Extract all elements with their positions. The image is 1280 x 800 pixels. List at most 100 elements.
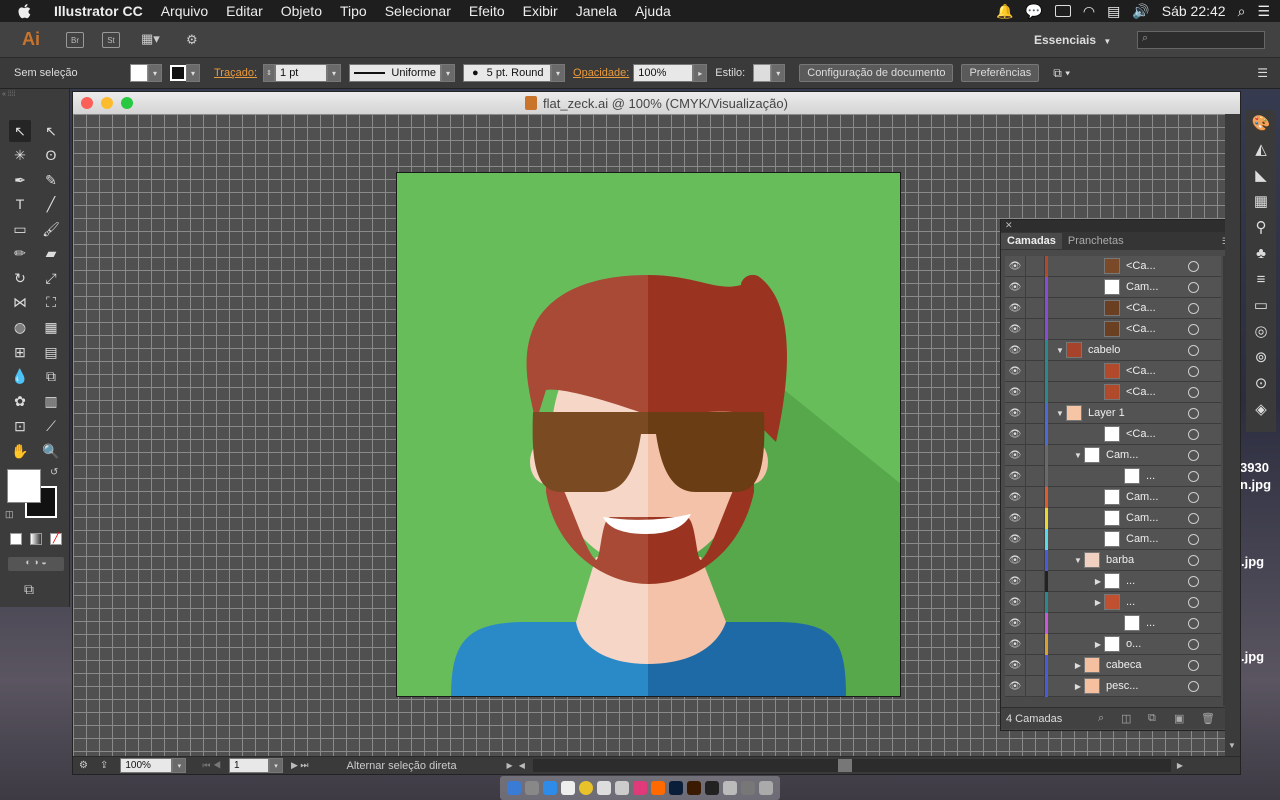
visibility-eye-icon[interactable]: 👁 [1005, 681, 1025, 692]
new-sublayer-icon[interactable]: ⧉ [1148, 712, 1156, 725]
layer-row[interactable]: 👁 ▶ o... [1005, 633, 1221, 655]
swatches-icon[interactable]: ▦ [1246, 188, 1276, 214]
visibility-eye-icon[interactable]: 👁 [1005, 261, 1025, 272]
menu-editar[interactable]: Editar [226, 3, 263, 19]
target-circle-icon[interactable] [1188, 281, 1199, 293]
layer-name[interactable]: <Ca... [1126, 302, 1188, 314]
expand-triangle-icon[interactable]: ▶ [1092, 598, 1104, 607]
target-circle-icon[interactable] [1188, 554, 1199, 566]
layer-row[interactable]: 👁... [1005, 465, 1221, 487]
visibility-eye-icon[interactable]: 👁 [1005, 282, 1025, 293]
column-graph-tool-icon[interactable]: ▥ [40, 390, 62, 412]
color-guide-icon[interactable]: ◭ [1246, 136, 1276, 162]
layer-name[interactable]: Cam... [1126, 512, 1188, 524]
expand-triangle-icon[interactable]: ▼ [1054, 409, 1066, 418]
lock-toggle[interactable] [1025, 256, 1045, 277]
lock-toggle[interactable] [1025, 402, 1045, 424]
transparency-icon[interactable]: ◎ [1246, 318, 1276, 344]
layer-row[interactable]: 👁 <Ca... [1005, 297, 1221, 319]
layer-name[interactable]: cabeca [1106, 659, 1188, 671]
lasso-tool-icon[interactable]: ʘ [40, 144, 62, 166]
target-circle-icon[interactable] [1188, 428, 1199, 440]
fill-swatch[interactable] [130, 64, 148, 82]
artboard-tool-icon[interactable]: ⊡ [9, 415, 31, 437]
lock-toggle[interactable] [1025, 444, 1045, 466]
fill-color-box[interactable] [7, 469, 41, 503]
finder-docs-icon[interactable] [597, 781, 611, 795]
lock-toggle[interactable] [1025, 654, 1045, 676]
notes-icon[interactable] [561, 781, 575, 795]
target-circle-icon[interactable] [1188, 365, 1199, 377]
spotlight-icon[interactable]: ⌕ [1238, 3, 1246, 20]
notification-center-icon[interactable]: ☰ [1257, 3, 1270, 20]
gpu-icon[interactable]: ⚙ [79, 760, 88, 771]
target-circle-icon[interactable] [1188, 302, 1199, 314]
zoom-tool-icon[interactable]: 🔍 [40, 440, 62, 462]
zoom-window-icon[interactable] [121, 97, 133, 109]
layer-row[interactable]: 👁 ▶ pesc... [1005, 675, 1221, 697]
zoom-dropdown[interactable]: ▾ [172, 758, 187, 773]
menu-selecionar[interactable]: Selecionar [385, 3, 451, 19]
lock-toggle[interactable] [1025, 318, 1045, 340]
stock-button[interactable]: St [102, 32, 120, 48]
layer-name[interactable]: barba [1106, 554, 1188, 566]
layer-row[interactable]: 👁 Cam... [1005, 486, 1221, 508]
style-dropdown[interactable]: ▾ [771, 64, 786, 82]
perspective-grid-tool-icon[interactable]: ▦ [40, 316, 62, 338]
tab-pranchetas[interactable]: Pranchetas [1062, 233, 1130, 249]
color-mode-icon[interactable] [10, 533, 22, 545]
target-circle-icon[interactable] [1188, 596, 1199, 608]
lock-toggle[interactable] [1025, 549, 1045, 571]
layer-row[interactable]: 👁 ▼ Cam... [1005, 444, 1221, 466]
artboard[interactable] [396, 172, 901, 697]
stroke-profile-select[interactable]: Uniforme [349, 64, 442, 82]
style-swatch[interactable] [753, 64, 772, 82]
menu-arquivo[interactable]: Arquivo [161, 3, 208, 19]
new-layer-icon[interactable]: ▣ [1174, 712, 1184, 725]
slice-tool-icon[interactable]: ⟋ [40, 415, 62, 437]
target-circle-icon[interactable] [1188, 449, 1199, 461]
terminal-icon[interactable] [705, 781, 719, 795]
safari-icon[interactable] [543, 781, 557, 795]
app-menu[interactable]: Illustrator CC [54, 3, 143, 19]
selection-tool-icon[interactable]: ↖ [9, 120, 31, 142]
visibility-eye-icon[interactable]: 👁 [1005, 450, 1025, 461]
hand-tool-icon[interactable]: ✋ [9, 440, 31, 462]
expand-triangle-icon[interactable]: ▶ [1072, 682, 1084, 691]
layer-name[interactable]: Layer 1 [1088, 407, 1188, 419]
scale-tool-icon[interactable]: ⤢ [40, 267, 62, 289]
free-transform-tool-icon[interactable]: ⛶ [40, 291, 62, 313]
expand-triangle-icon[interactable]: ▶ [1092, 577, 1104, 586]
opacity-dropdown[interactable]: ▸ [693, 64, 708, 82]
expand-triangle-icon[interactable]: ▶ [1092, 640, 1104, 649]
arrange-documents-icon[interactable]: ▦▾ [141, 31, 169, 49]
symbols-icon[interactable]: ♣ [1246, 240, 1276, 266]
layer-row[interactable]: 👁 <Ca... [1005, 381, 1221, 403]
none-mode-icon[interactable]: ╱ [50, 533, 62, 545]
rotate-tool-icon[interactable]: ↻ [9, 267, 31, 289]
target-circle-icon[interactable] [1188, 680, 1199, 692]
next-artboard-icon[interactable]: ▶ ⏭ [291, 760, 309, 771]
layer-row[interactable]: 👁 ▼ cabelo [1005, 339, 1221, 361]
downloads-icon[interactable] [741, 781, 755, 795]
zoom-field[interactable]: 100% [120, 758, 173, 773]
menu-ajuda[interactable]: Ajuda [635, 3, 671, 19]
launchpad-icon[interactable] [525, 781, 539, 795]
visibility-eye-icon[interactable]: 👁 [1005, 303, 1025, 314]
gpu-performance-icon[interactable]: ⚙ [186, 32, 198, 48]
lock-toggle[interactable] [1025, 633, 1045, 655]
layer-name[interactable]: ... [1126, 575, 1188, 587]
close-window-icon[interactable] [81, 97, 93, 109]
layer-name[interactable]: Cam... [1126, 281, 1188, 293]
visibility-eye-icon[interactable]: 👁 [1005, 429, 1025, 440]
vertical-scrollbar[interactable]: ▼ [1225, 114, 1240, 756]
lock-toggle[interactable] [1025, 591, 1045, 613]
layer-name[interactable]: <Ca... [1126, 386, 1188, 398]
document-titlebar[interactable]: flat_zeck.ai @ 100% (CMYK/Visualização) [73, 92, 1240, 114]
stroke-dropdown[interactable]: ▾ [186, 64, 200, 82]
brushes-icon[interactable]: ⚲ [1246, 214, 1276, 240]
visibility-eye-icon[interactable]: 👁 [1005, 597, 1025, 608]
locate-object-icon[interactable]: ⌕ [1098, 712, 1104, 725]
visibility-eye-icon[interactable]: 👁 [1005, 513, 1025, 524]
visibility-eye-icon[interactable]: 👁 [1005, 471, 1025, 482]
